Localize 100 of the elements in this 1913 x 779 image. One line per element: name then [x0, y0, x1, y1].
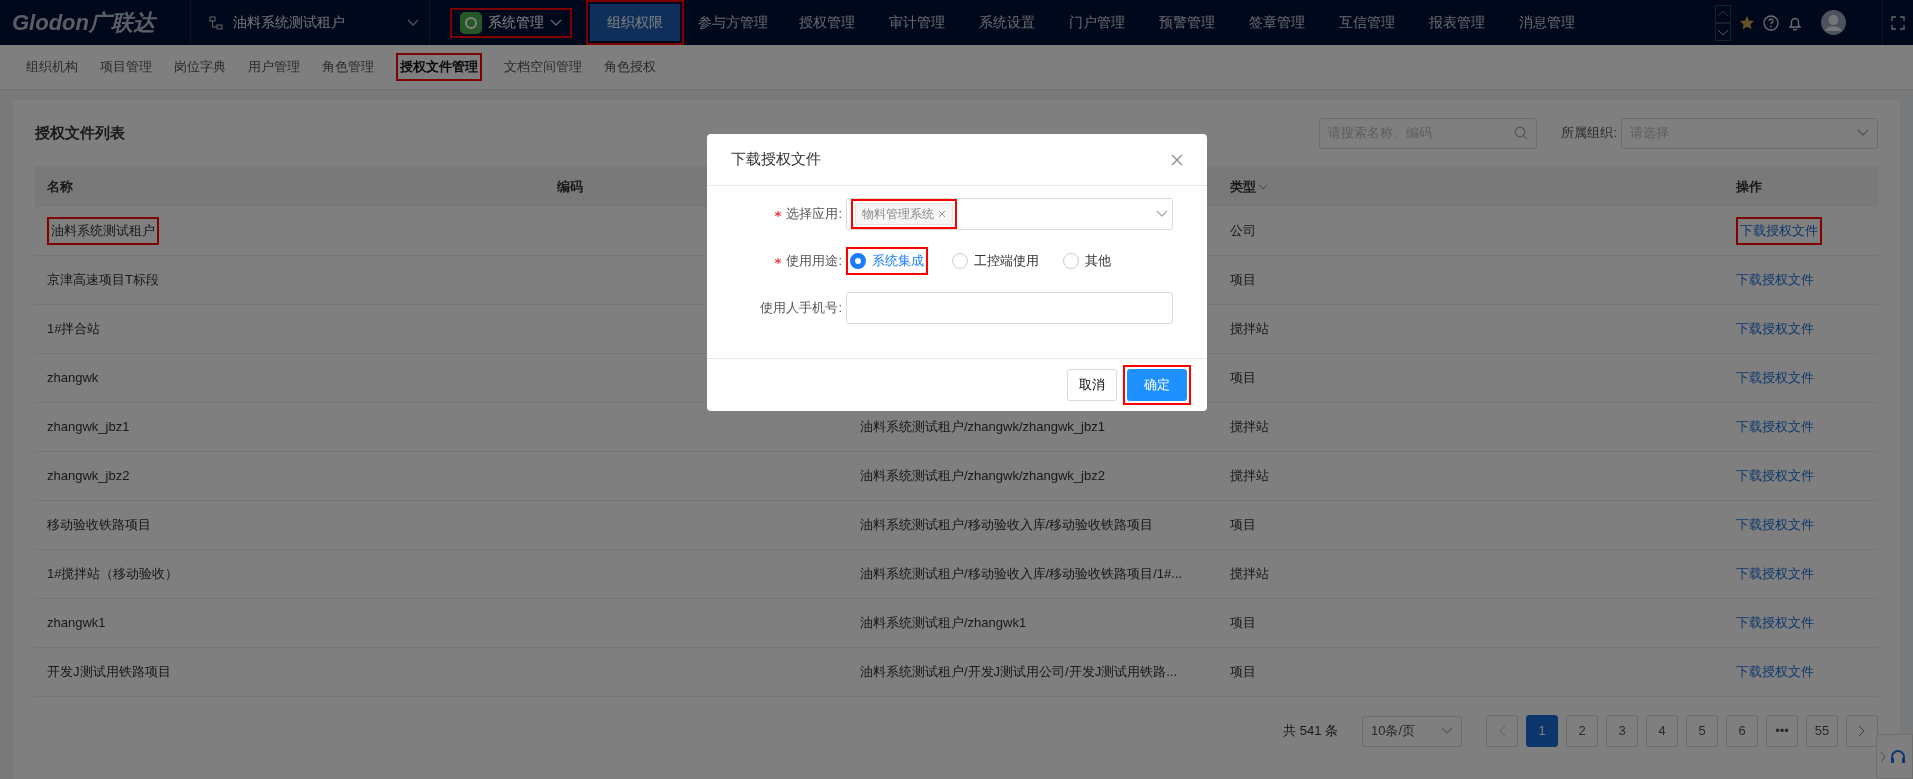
table-cell-text: 项目 [1230, 614, 1256, 633]
download-link[interactable]: 下载授权文件 [1736, 564, 1814, 584]
page-button[interactable]: 55 [1806, 715, 1838, 747]
field-label: 选择应用: [786, 205, 842, 224]
field-label: 使用用途: [786, 252, 842, 271]
chevron-right-icon [1858, 725, 1866, 737]
table-cell-text: 移动验收铁路项目 [47, 516, 151, 535]
table-cell-text: 项目 [1230, 271, 1256, 290]
page-button[interactable]: 3 [1606, 715, 1638, 747]
nav-tab[interactable]: 参与方管理 [684, 4, 782, 41]
chevron-left-icon [1498, 725, 1506, 737]
column-title: 名称 [47, 177, 73, 196]
table-cell-text: 公司 [1230, 222, 1256, 241]
nav-tab[interactable]: 互信管理 [1322, 4, 1412, 41]
page-size-select[interactable]: 10条/页 [1362, 715, 1462, 747]
chevron-down-icon [1441, 727, 1453, 735]
download-link[interactable]: 下载授权文件 [1736, 662, 1814, 682]
nav-tab[interactable]: 门户管理 [1052, 4, 1142, 41]
nav-tab[interactable]: 签章管理 [1232, 4, 1322, 41]
download-link[interactable]: 下载授权文件 [1740, 221, 1818, 241]
table-cell-text: 搅拌站 [1230, 320, 1269, 339]
column-title: 类型 [1230, 177, 1256, 196]
nav-tab[interactable]: 授权管理 [782, 4, 872, 41]
subnav-tab[interactable]: 项目管理 [100, 57, 152, 77]
table-cell-text: 油料系统测试租户/zhangwk1 [860, 614, 1027, 633]
subnav-tab[interactable]: 角色管理 [322, 57, 374, 77]
nav-tab[interactable]: 审计管理 [872, 4, 962, 41]
radio-option[interactable]: 其他 [1063, 251, 1111, 271]
table-cell-text: 油料系统测试租户 [51, 222, 155, 241]
table-cell-text: zhangwk_jbz2 [47, 467, 130, 486]
page-button[interactable]: 2 [1566, 715, 1598, 747]
dialog-title: 下载授权文件 [731, 149, 821, 170]
subnav-tab[interactable]: 角色授权 [604, 57, 656, 77]
table-cell-text: 油料系统测试租户/移动验收入库/移动验收铁路项目/1#... [860, 565, 1183, 584]
table-cell-text: 油料系统测试租户/移动验收入库/移动验收铁路项目 [860, 516, 1154, 535]
table-cell-text: zhangwk [47, 369, 99, 388]
radio-option[interactable]: 工控端使用 [952, 251, 1039, 271]
table-cell-text: 搅拌站 [1230, 418, 1269, 437]
subnav-tab[interactable]: 组织机构 [26, 57, 78, 77]
download-link[interactable]: 下载授权文件 [1736, 319, 1814, 339]
nav-tab[interactable]: 系统设置 [962, 4, 1052, 41]
page-button[interactable]: 5 [1686, 715, 1718, 747]
table-cell-text: 油料系统测试租户/zhangwk/zhangwk_jbz1 [860, 418, 1105, 437]
field-label: 使用人手机号: [760, 299, 842, 318]
avatar-icon[interactable] [1821, 10, 1846, 35]
nav-tab[interactable]: 预警管理 [1142, 4, 1232, 41]
download-link[interactable]: 下载授权文件 [1736, 417, 1814, 437]
app-switcher[interactable]: 系统管理 [454, 11, 568, 34]
app-gear-icon [460, 11, 482, 34]
table-cell-text: 项目 [1230, 516, 1256, 535]
nav-tab[interactable]: 报表管理 [1412, 4, 1502, 41]
logo: Glodon广联达 [11, 9, 158, 37]
subnav-tab[interactable]: 岗位字典 [174, 57, 226, 77]
download-link[interactable]: 下载授权文件 [1736, 270, 1814, 290]
table-cell-text: 1#拌合站 [47, 320, 101, 339]
chevron-down-icon [407, 18, 419, 27]
page-button[interactable]: 1 [1526, 715, 1558, 747]
help-icon[interactable] [1763, 14, 1779, 31]
phone-input[interactable] [846, 292, 1173, 324]
selected-tag[interactable]: 物料管理系统 [855, 203, 953, 225]
page-button[interactable]: 6 [1726, 715, 1758, 747]
table-cell-text: 开发J测试用铁路项目 [47, 663, 171, 682]
chevron-right-icon [1880, 750, 1886, 763]
table-cell-text: 油料系统测试租户/开发J测试用公司/开发J测试用铁路... [860, 663, 1178, 682]
chevron-down-icon [1156, 210, 1168, 218]
table-cell-text: zhangwk1 [47, 614, 106, 633]
download-link[interactable]: 下载授权文件 [1736, 368, 1814, 388]
download-link[interactable]: 下载授权文件 [1736, 466, 1814, 486]
table-cell-text: zhangwk_jbz1 [47, 418, 130, 437]
total-count: 共 541 条 [1283, 722, 1338, 741]
chevron-down-icon [1857, 129, 1869, 137]
fullscreen-icon[interactable] [1891, 15, 1905, 30]
sort-icon[interactable] [1258, 182, 1268, 191]
table-cell-text: 搅拌站 [1230, 467, 1269, 486]
column-title: 操作 [1736, 177, 1762, 196]
remove-icon[interactable] [938, 210, 946, 218]
page-button[interactable]: ••• [1766, 715, 1798, 747]
page-button[interactable]: 4 [1646, 715, 1678, 747]
column-title: 编码 [557, 177, 583, 196]
star-icon[interactable] [1739, 14, 1755, 31]
scroll-down-icon[interactable] [1715, 22, 1731, 41]
table-cell-text: 京津高速项目T标段 [47, 271, 159, 290]
download-link[interactable]: 下载授权文件 [1736, 515, 1814, 535]
table-cell-text: 项目 [1230, 369, 1256, 388]
subnav-tab[interactable]: 文档空间管理 [504, 57, 582, 77]
chevron-down-icon [550, 18, 562, 27]
subnav-tab[interactable]: 授权文件管理 [400, 57, 478, 77]
radio-option[interactable]: 系统集成 [850, 251, 924, 271]
close-icon[interactable] [1171, 153, 1183, 166]
table-cell-text: 项目 [1230, 663, 1256, 682]
subnav-tab[interactable]: 用户管理 [248, 57, 300, 77]
nav-tab[interactable]: 组织权限 [590, 4, 680, 41]
download-link[interactable]: 下载授权文件 [1736, 613, 1814, 633]
nav-tab[interactable]: 消息管理 [1502, 4, 1592, 41]
cancel-button[interactable]: 取消 [1067, 369, 1117, 401]
table-cell-text: 1#搅拌站（移动验收） [47, 565, 179, 584]
confirm-button[interactable]: 确定 [1127, 369, 1187, 401]
app-select[interactable]: 物料管理系统 [846, 198, 1173, 230]
table-cell-text: 油料系统测试租户/zhangwk/zhangwk_jbz2 [860, 467, 1105, 486]
scroll-up-icon[interactable] [1715, 4, 1731, 23]
